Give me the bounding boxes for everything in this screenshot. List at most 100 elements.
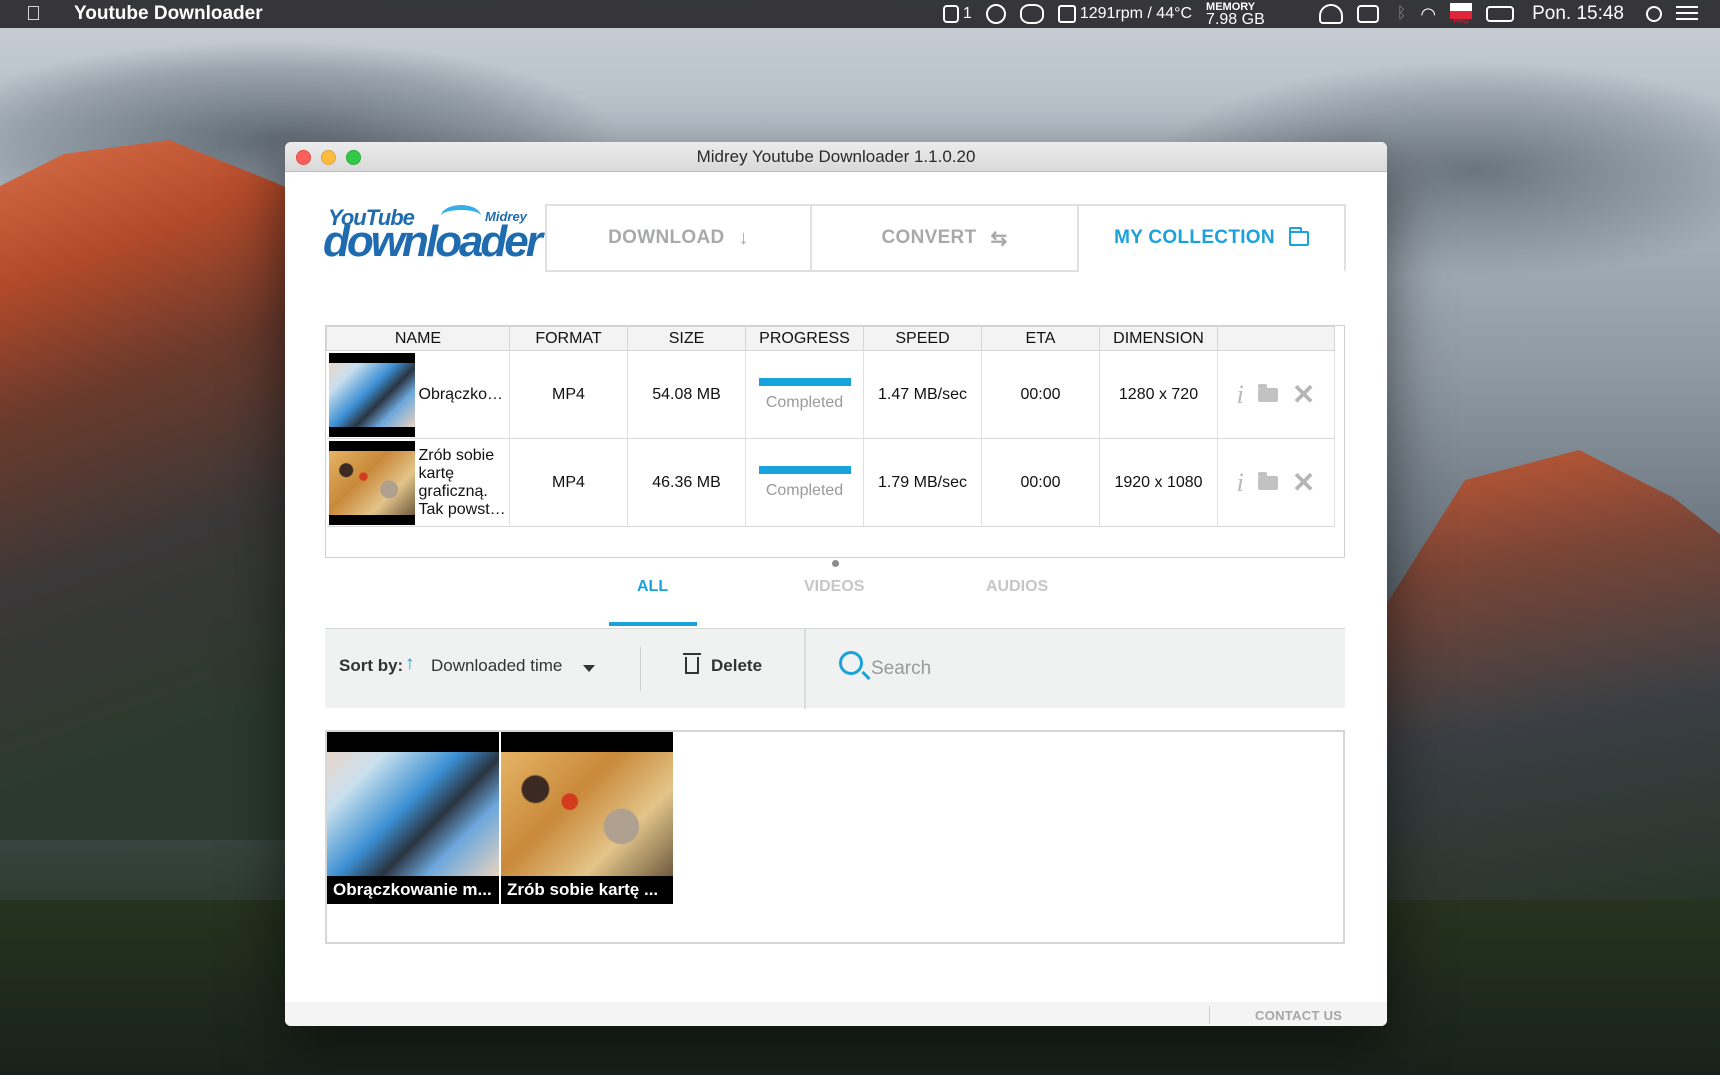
wifi-icon: ◠ xyxy=(1420,3,1437,24)
apple-menu-icon[interactable]:  xyxy=(26,3,50,25)
column-header-size[interactable]: SIZE xyxy=(627,326,746,351)
sort-dropdown[interactable]: Downloaded time xyxy=(431,656,562,676)
close-window-button[interactable] xyxy=(296,150,311,165)
convert-arrows-icon: ⇆ xyxy=(990,227,1008,250)
memory-readout: MEMORY 7.98 GB xyxy=(1206,1,1265,28)
battery-item[interactable] xyxy=(1486,6,1518,22)
column-header-dimension[interactable]: DIMENSION xyxy=(1099,326,1218,351)
notification-center-icon xyxy=(1676,6,1698,22)
spotlight-item[interactable] xyxy=(1646,6,1662,22)
cell-speed: 1.47 MB/sec xyxy=(863,350,982,439)
remove-icon[interactable]: ✕ xyxy=(1292,378,1315,411)
status-fan-item[interactable]: 1291rpm / 44°C xyxy=(1057,5,1193,23)
tab-audios[interactable]: AUDIOS xyxy=(986,578,1048,596)
video-thumbnail xyxy=(328,440,415,525)
video-thumbnail xyxy=(328,352,415,437)
cell-progress: Completed xyxy=(745,350,864,439)
menu-bar:  Youtube Downloader 1 1291rpm / 44°C ME… xyxy=(0,0,1720,28)
tab-download[interactable]: DOWNLOAD ↓ xyxy=(545,204,812,272)
bluetooth-item[interactable]: ᛒ xyxy=(1397,5,1407,23)
tab-convert-label: CONVERT xyxy=(881,227,977,248)
toolbar-divider xyxy=(640,647,641,691)
app-logo: YouTube Midrey downloader xyxy=(323,197,543,267)
video-name: Obrączko… xyxy=(418,385,503,403)
window-title: Midrey Youtube Downloader 1.1.0.20 xyxy=(696,146,976,166)
info-icon[interactable]: i xyxy=(1237,380,1244,410)
gallery-item[interactable]: Obrączkowanie m... xyxy=(327,732,499,904)
status-creative-cloud-item[interactable] xyxy=(1019,4,1044,24)
creative-cloud-icon xyxy=(1019,4,1044,24)
window-footer: CONTACT US xyxy=(285,1002,1387,1026)
status-sync-item[interactable] xyxy=(985,4,1006,24)
search-input[interactable] xyxy=(871,649,1311,689)
column-header-progress[interactable]: PROGRESS xyxy=(745,326,864,351)
trash-icon[interactable] xyxy=(683,653,701,674)
download-arrow-icon: ↓ xyxy=(738,226,749,249)
cell-name: Zrób sobie kartę graficzną. Tak powst… xyxy=(326,438,510,527)
status-ram-item[interactable] xyxy=(1356,5,1383,23)
notes-icon xyxy=(942,5,959,23)
tab-collection-label: MY COLLECTION xyxy=(1114,227,1275,248)
status-notes-item[interactable]: 1 xyxy=(942,5,972,23)
column-header-speed[interactable]: SPEED xyxy=(863,326,982,351)
sync-icon xyxy=(985,4,1006,24)
table-row[interactable]: Obrączko… MP4 54.08 MB Completed 1.47 MB… xyxy=(326,350,1335,439)
status-memory-item[interactable]: MEMORY 7.98 GB xyxy=(1206,1,1265,28)
gallery-item[interactable]: Zrób sobie kartę ... xyxy=(501,732,673,904)
main-tabs: DOWNLOAD ↓ CONVERT ⇆ MY COLLECTION xyxy=(545,204,1346,272)
delete-button[interactable]: Delete xyxy=(711,656,762,676)
active-tab-indicator xyxy=(609,622,697,626)
minimize-window-button[interactable] xyxy=(321,150,336,165)
column-header-name[interactable]: NAME xyxy=(326,326,510,351)
tab-convert[interactable]: CONVERT ⇆ xyxy=(812,204,1079,272)
sort-label: Sort by: xyxy=(339,656,404,675)
menu-app-name[interactable]: Youtube Downloader xyxy=(74,3,263,25)
input-source-label: PRO xyxy=(1453,18,1469,25)
wifi-item[interactable]: ◠ xyxy=(1420,4,1436,25)
menu-clock[interactable]: Pon. 15:48 xyxy=(1532,3,1624,25)
contact-us-link[interactable]: CONTACT US xyxy=(1255,1008,1342,1023)
progress-status: Completed xyxy=(765,481,844,499)
cell-size: 46.36 MB xyxy=(627,438,746,527)
zoom-window-button[interactable] xyxy=(346,150,361,165)
cell-format: MP4 xyxy=(509,350,628,439)
table-row[interactable]: Zrób sobie kartę graficzną. Tak powst… M… xyxy=(326,438,1335,527)
input-source-item[interactable]: PRO xyxy=(1450,3,1473,25)
info-icon[interactable]: i xyxy=(1237,468,1244,498)
cell-actions: i ✕ xyxy=(1217,350,1335,439)
battery-icon xyxy=(1486,6,1515,22)
sort-direction-icon[interactable]: ↑ xyxy=(405,653,415,675)
fan-icon xyxy=(1057,5,1076,23)
column-header-actions xyxy=(1217,326,1335,351)
tab-videos[interactable]: VIDEOS xyxy=(804,578,864,596)
search-icon xyxy=(839,651,863,675)
menu-bar-status-area: 1 1291rpm / 44°C MEMORY 7.98 GB ᛒ ◠ PRO … xyxy=(942,0,1720,28)
bluetooth-icon: ᛒ xyxy=(1396,5,1407,22)
column-header-eta[interactable]: ETA xyxy=(981,326,1100,351)
chevron-down-icon[interactable] xyxy=(583,665,595,672)
folder-icon xyxy=(1288,226,1309,246)
cell-dimension: 1920 x 1080 xyxy=(1099,438,1218,527)
status-cloud-item[interactable] xyxy=(1318,4,1343,24)
notification-center-item[interactable] xyxy=(1676,6,1706,22)
open-folder-icon[interactable] xyxy=(1257,383,1278,402)
gallery-item-caption: Obrączkowanie m... xyxy=(333,880,492,899)
collection-tabs: ALL VIDEOS AUDIOS xyxy=(285,570,1387,626)
cell-format: MP4 xyxy=(509,438,628,527)
open-folder-icon[interactable] xyxy=(1257,471,1278,490)
panel-splitter-handle[interactable] xyxy=(832,560,839,567)
cell-size: 54.08 MB xyxy=(627,350,746,439)
fan-temp: 1291rpm / 44°C xyxy=(1079,5,1193,22)
progress-bar xyxy=(758,465,851,474)
window-titlebar[interactable]: Midrey Youtube Downloader 1.1.0.20 xyxy=(285,142,1387,172)
remove-icon[interactable]: ✕ xyxy=(1292,466,1315,499)
column-header-format[interactable]: FORMAT xyxy=(509,326,628,351)
progress-bar xyxy=(758,377,851,386)
tab-all[interactable]: ALL xyxy=(637,578,668,596)
footer-divider xyxy=(1209,1006,1210,1024)
progress-status: Completed xyxy=(765,393,844,411)
downloads-table: NAME FORMAT SIZE PROGRESS SPEED ETA DIME… xyxy=(325,325,1345,558)
collection-gallery: Obrączkowanie m... Zrób sobie kartę ... xyxy=(325,730,1345,944)
spotlight-search-icon xyxy=(1646,6,1662,22)
tab-my-collection[interactable]: MY COLLECTION xyxy=(1079,204,1346,272)
